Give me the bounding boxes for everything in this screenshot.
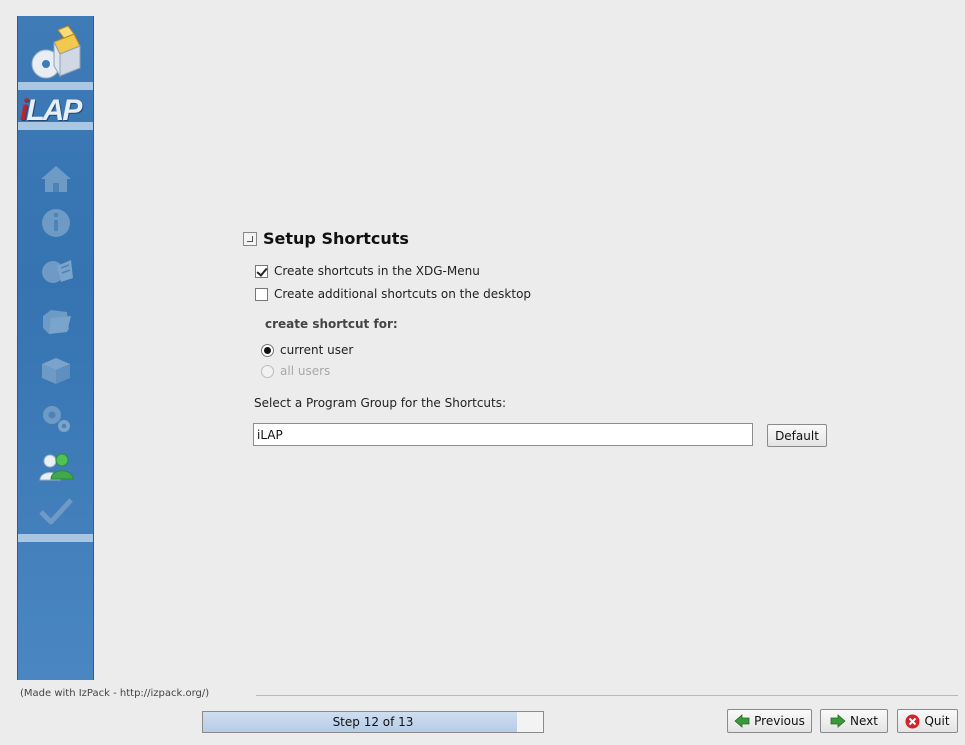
checkmark-icon	[39, 498, 73, 525]
info-icon	[42, 209, 70, 237]
panel-title: Setup Shortcuts	[243, 229, 409, 248]
xdg-menu-checkbox-label: Create shortcuts in the XDG-Menu	[274, 264, 480, 278]
arrow-right-icon	[830, 714, 846, 728]
xdg-menu-checkbox[interactable]	[255, 264, 268, 278]
folder-icon	[43, 310, 71, 334]
program-group-input[interactable]	[253, 423, 753, 446]
next-button[interactable]: Next	[820, 709, 888, 733]
made-with-izpack-text: (Made with IzPack - http://izpack.org/)	[20, 688, 210, 699]
program-group-label: Select a Program Group for the Shortcuts…	[254, 396, 507, 410]
quit-icon	[905, 714, 920, 728]
step-progress-bar: Step 12 of 13	[202, 711, 544, 733]
xdg-menu-checkbox-row[interactable]: Create shortcuts in the XDG-Menu	[255, 264, 480, 278]
step-progress-text: Step 12 of 13	[332, 715, 414, 729]
previous-button-label: Previous	[754, 714, 805, 728]
current-user-radio-label: current user	[280, 343, 354, 357]
sidebar-band-top	[18, 82, 93, 90]
all-users-radio-row[interactable]: all users	[261, 364, 330, 378]
all-users-radio[interactable]	[261, 364, 274, 378]
quit-button-label: Quit	[924, 714, 950, 728]
default-button[interactable]: Default	[767, 424, 827, 447]
gears-icon	[43, 406, 70, 432]
brand-logo: iLAP	[20, 94, 82, 128]
desktop-shortcut-checkbox[interactable]	[255, 287, 268, 301]
sidebar: iLAP	[17, 16, 94, 680]
brand-logo-text: LAP	[26, 94, 82, 127]
footer-separator	[256, 695, 958, 696]
users-icon	[39, 453, 74, 481]
shortcut-for-label: create shortcut for:	[265, 317, 398, 331]
arrow-left-icon	[734, 714, 750, 728]
current-user-radio-row[interactable]: current user	[261, 343, 353, 357]
current-user-radio[interactable]	[261, 343, 274, 357]
desktop-shortcut-checkbox-label: Create additional shortcuts on the deskt…	[274, 287, 532, 301]
quit-button[interactable]: Quit	[897, 709, 958, 733]
packages-icon	[42, 358, 70, 384]
sidebar-band-bottom	[18, 534, 93, 542]
previous-button[interactable]: Previous	[727, 709, 812, 733]
installer-box-icon	[31, 25, 81, 79]
home-icon	[41, 166, 71, 192]
panel-title-text: Setup Shortcuts	[263, 229, 409, 248]
license-icon	[42, 260, 73, 283]
default-button-label: Default	[775, 428, 819, 443]
desktop-shortcut-checkbox-row[interactable]: Create additional shortcuts on the deskt…	[255, 287, 531, 301]
panel-title-icon	[243, 231, 257, 246]
all-users-radio-label: all users	[280, 364, 331, 378]
next-button-label: Next	[850, 714, 878, 728]
installer-window: iLAP Setup Shortcuts Create shortcuts in…	[0, 0, 965, 745]
